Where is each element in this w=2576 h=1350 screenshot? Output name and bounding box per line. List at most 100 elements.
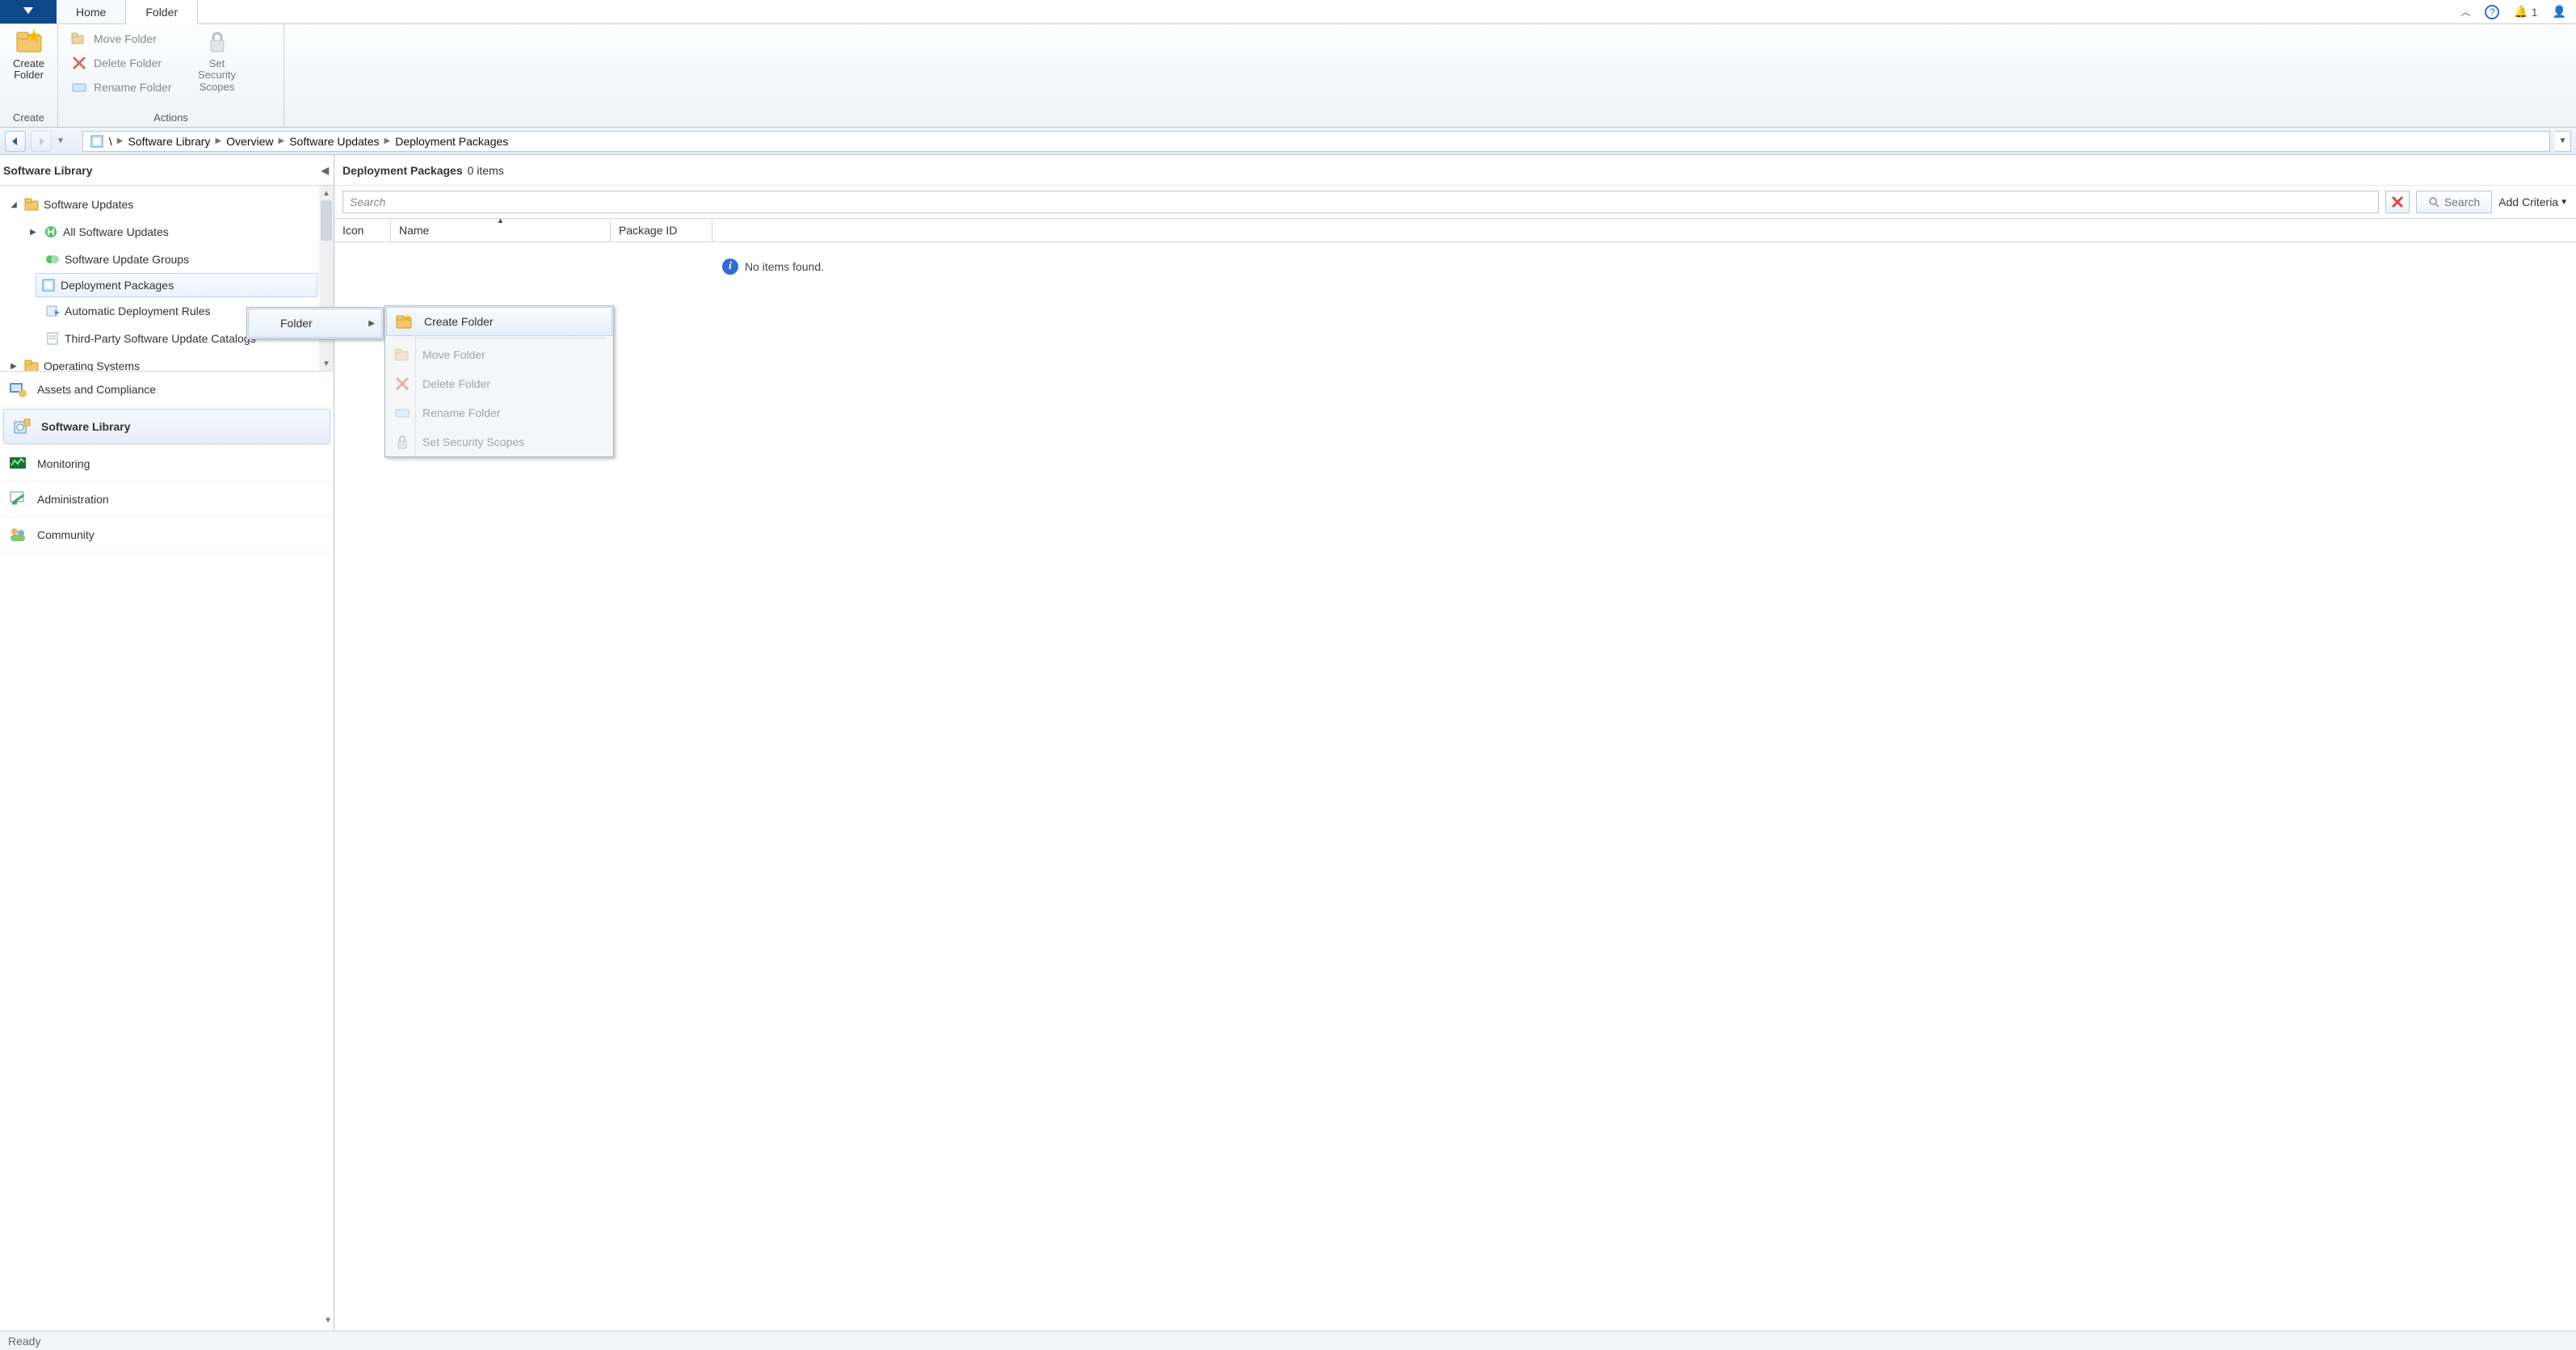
create-folder-button[interactable]: Create Folder (8, 27, 49, 82)
set-security-scopes-label: Set Security Scopes (191, 58, 243, 93)
scroll-down-icon[interactable]: ▼ (319, 356, 334, 371)
chevron-right-icon[interactable]: ▶ (215, 137, 221, 145)
search-button[interactable]: Search (2416, 191, 2492, 213)
ribbon: Create Folder Create Move Folder Delete … (0, 24, 2576, 128)
collapse-ribbon-icon[interactable]: ︿ (2460, 5, 2470, 19)
wunderbar-assets[interactable]: Assets and Compliance (0, 372, 334, 407)
help-icon[interactable]: ? (2485, 5, 2499, 19)
breadcrumb-item[interactable]: Overview (226, 135, 273, 148)
tree-label: Deployment Packages (61, 279, 174, 292)
no-items-label: No items found. (745, 260, 824, 273)
context-item-folder[interactable]: Folder ▶ (248, 309, 382, 338)
chevron-right-icon[interactable]: ▶ (117, 137, 124, 145)
search-row: Search Search Add Criteria ▼ (334, 186, 2576, 218)
scroll-up-icon[interactable]: ▲ (319, 186, 334, 200)
expander-icon[interactable]: ▶ (8, 362, 19, 371)
delete-folder-label: Delete Folder (94, 57, 162, 69)
notification-count: 1 (2532, 6, 2538, 19)
column-name[interactable]: ▲ Name (391, 219, 611, 242)
file-menu-button[interactable] (0, 0, 57, 23)
context-label: Move Folder (422, 348, 485, 361)
nav-history-dropdown-icon[interactable]: ▼ (57, 137, 65, 145)
rename-folder-label: Rename Folder (94, 81, 172, 94)
back-button[interactable] (5, 131, 26, 152)
tab-folder[interactable]: Folder (126, 1, 198, 24)
wunderbar-software-library[interactable]: Software Library (3, 409, 330, 444)
column-headers: Icon ▲ Name Package ID (334, 218, 2576, 242)
tree-label: Automatic Deployment Rules (65, 305, 211, 318)
navigation-bar: ▼ \ ▶ Software Library ▶ Overview ▶ Soft… (0, 128, 2576, 155)
ribbon-group-actions: Actions (58, 110, 284, 127)
tree-label: All Software Updates (63, 225, 169, 238)
chevron-right-icon[interactable]: ▶ (279, 137, 285, 145)
context-item-move-folder: Move Folder (385, 340, 613, 369)
tree-scrollbar[interactable]: ▲ ▼ (319, 186, 334, 371)
wunderbar-administration[interactable]: Administration (0, 482, 334, 517)
tree-node-software-updates[interactable]: ◢ Software Updates (0, 191, 334, 218)
grid-body: i No items found. (334, 242, 2576, 1331)
submenu-arrow-icon: ▶ (368, 319, 375, 328)
context-submenu: Create Folder Move Folder Delete Folder … (385, 305, 614, 457)
column-label: Name (399, 224, 429, 237)
sidebar-title: Software Library (3, 164, 92, 177)
user-icon[interactable]: 👤 (2553, 5, 2566, 19)
expander-icon[interactable]: ▶ (27, 228, 39, 237)
chevron-right-icon[interactable]: ▶ (385, 137, 391, 145)
forward-button[interactable] (31, 131, 52, 152)
clear-search-button[interactable] (2385, 191, 2410, 213)
context-item-create-folder[interactable]: Create Folder (386, 307, 612, 336)
wunderbar-label: Assets and Compliance (37, 383, 156, 396)
scroll-thumb[interactable] (321, 200, 332, 241)
add-criteria-button[interactable]: Add Criteria ▼ (2498, 196, 2568, 208)
content-pane: Deployment Packages 0 items Search Searc… (334, 155, 2576, 1331)
search-input[interactable]: Search (342, 191, 2379, 213)
context-item-delete-folder: Delete Folder (385, 369, 613, 398)
set-security-scopes-button[interactable]: Set Security Scopes (191, 27, 243, 93)
tree-label: Software Updates (44, 198, 133, 211)
status-text: Ready (8, 1335, 40, 1348)
tab-home[interactable]: Home (57, 0, 126, 23)
address-node-icon (90, 134, 104, 149)
context-label: Set Security Scopes (422, 435, 524, 448)
wunderbar: Assets and Compliance Software Library M… (0, 372, 334, 1316)
wunderbar-overflow-icon[interactable]: ▼ (324, 1316, 332, 1331)
add-criteria-label: Add Criteria (2498, 196, 2558, 208)
context-menu: Folder ▶ (246, 307, 384, 339)
tree-node-update-groups[interactable]: Software Update Groups (0, 246, 334, 273)
tree-node-operating-systems[interactable]: ▶ Operating Systems (0, 352, 334, 372)
address-dropdown-button[interactable]: ▼ (2555, 131, 2571, 152)
address-bar[interactable]: \ ▶ Software Library ▶ Overview ▶ Softwa… (82, 131, 2550, 152)
bell-icon[interactable]: 🔔 (2514, 5, 2528, 19)
context-label: Create Folder (424, 315, 494, 328)
wunderbar-community[interactable]: Community (0, 517, 334, 553)
column-spacer (712, 219, 2576, 242)
tree-node-all-updates[interactable]: ▶ All Software Updates (0, 218, 334, 246)
column-package-id[interactable]: Package ID (611, 219, 712, 242)
search-button-label: Search (2444, 196, 2480, 208)
breadcrumb-root[interactable]: \ (109, 135, 112, 148)
tree-label: Software Update Groups (65, 253, 189, 266)
context-item-rename-folder: Rename Folder (385, 398, 613, 427)
search-placeholder: Search (350, 196, 385, 208)
breadcrumb-item[interactable]: Software Updates (289, 135, 379, 148)
rename-folder-button[interactable]: Rename Folder (66, 78, 177, 97)
move-folder-label: Move Folder (94, 32, 157, 45)
wunderbar-label: Community (37, 528, 95, 541)
sort-asc-icon: ▲ (497, 217, 505, 225)
sidebar-collapse-icon[interactable]: ◀ (321, 165, 329, 176)
sidebar-header: Software Library ◀ (0, 155, 334, 186)
context-label: Rename Folder (422, 406, 501, 419)
wunderbar-label: Software Library (41, 420, 130, 433)
expander-icon[interactable]: ◢ (8, 200, 19, 209)
tree-node-deployment-packages[interactable]: Deployment Packages (36, 273, 317, 297)
delete-folder-button[interactable]: Delete Folder (66, 53, 177, 73)
wunderbar-monitoring[interactable]: Monitoring (0, 446, 334, 482)
wunderbar-label: Administration (37, 493, 109, 506)
breadcrumb-item[interactable]: Software Library (128, 135, 211, 148)
column-icon[interactable]: Icon (334, 219, 391, 242)
column-label: Package ID (619, 224, 677, 237)
breadcrumb-item[interactable]: Deployment Packages (395, 135, 508, 148)
move-folder-button[interactable]: Move Folder (66, 29, 177, 48)
context-label: Folder (280, 317, 313, 330)
search-icon (2428, 196, 2439, 208)
